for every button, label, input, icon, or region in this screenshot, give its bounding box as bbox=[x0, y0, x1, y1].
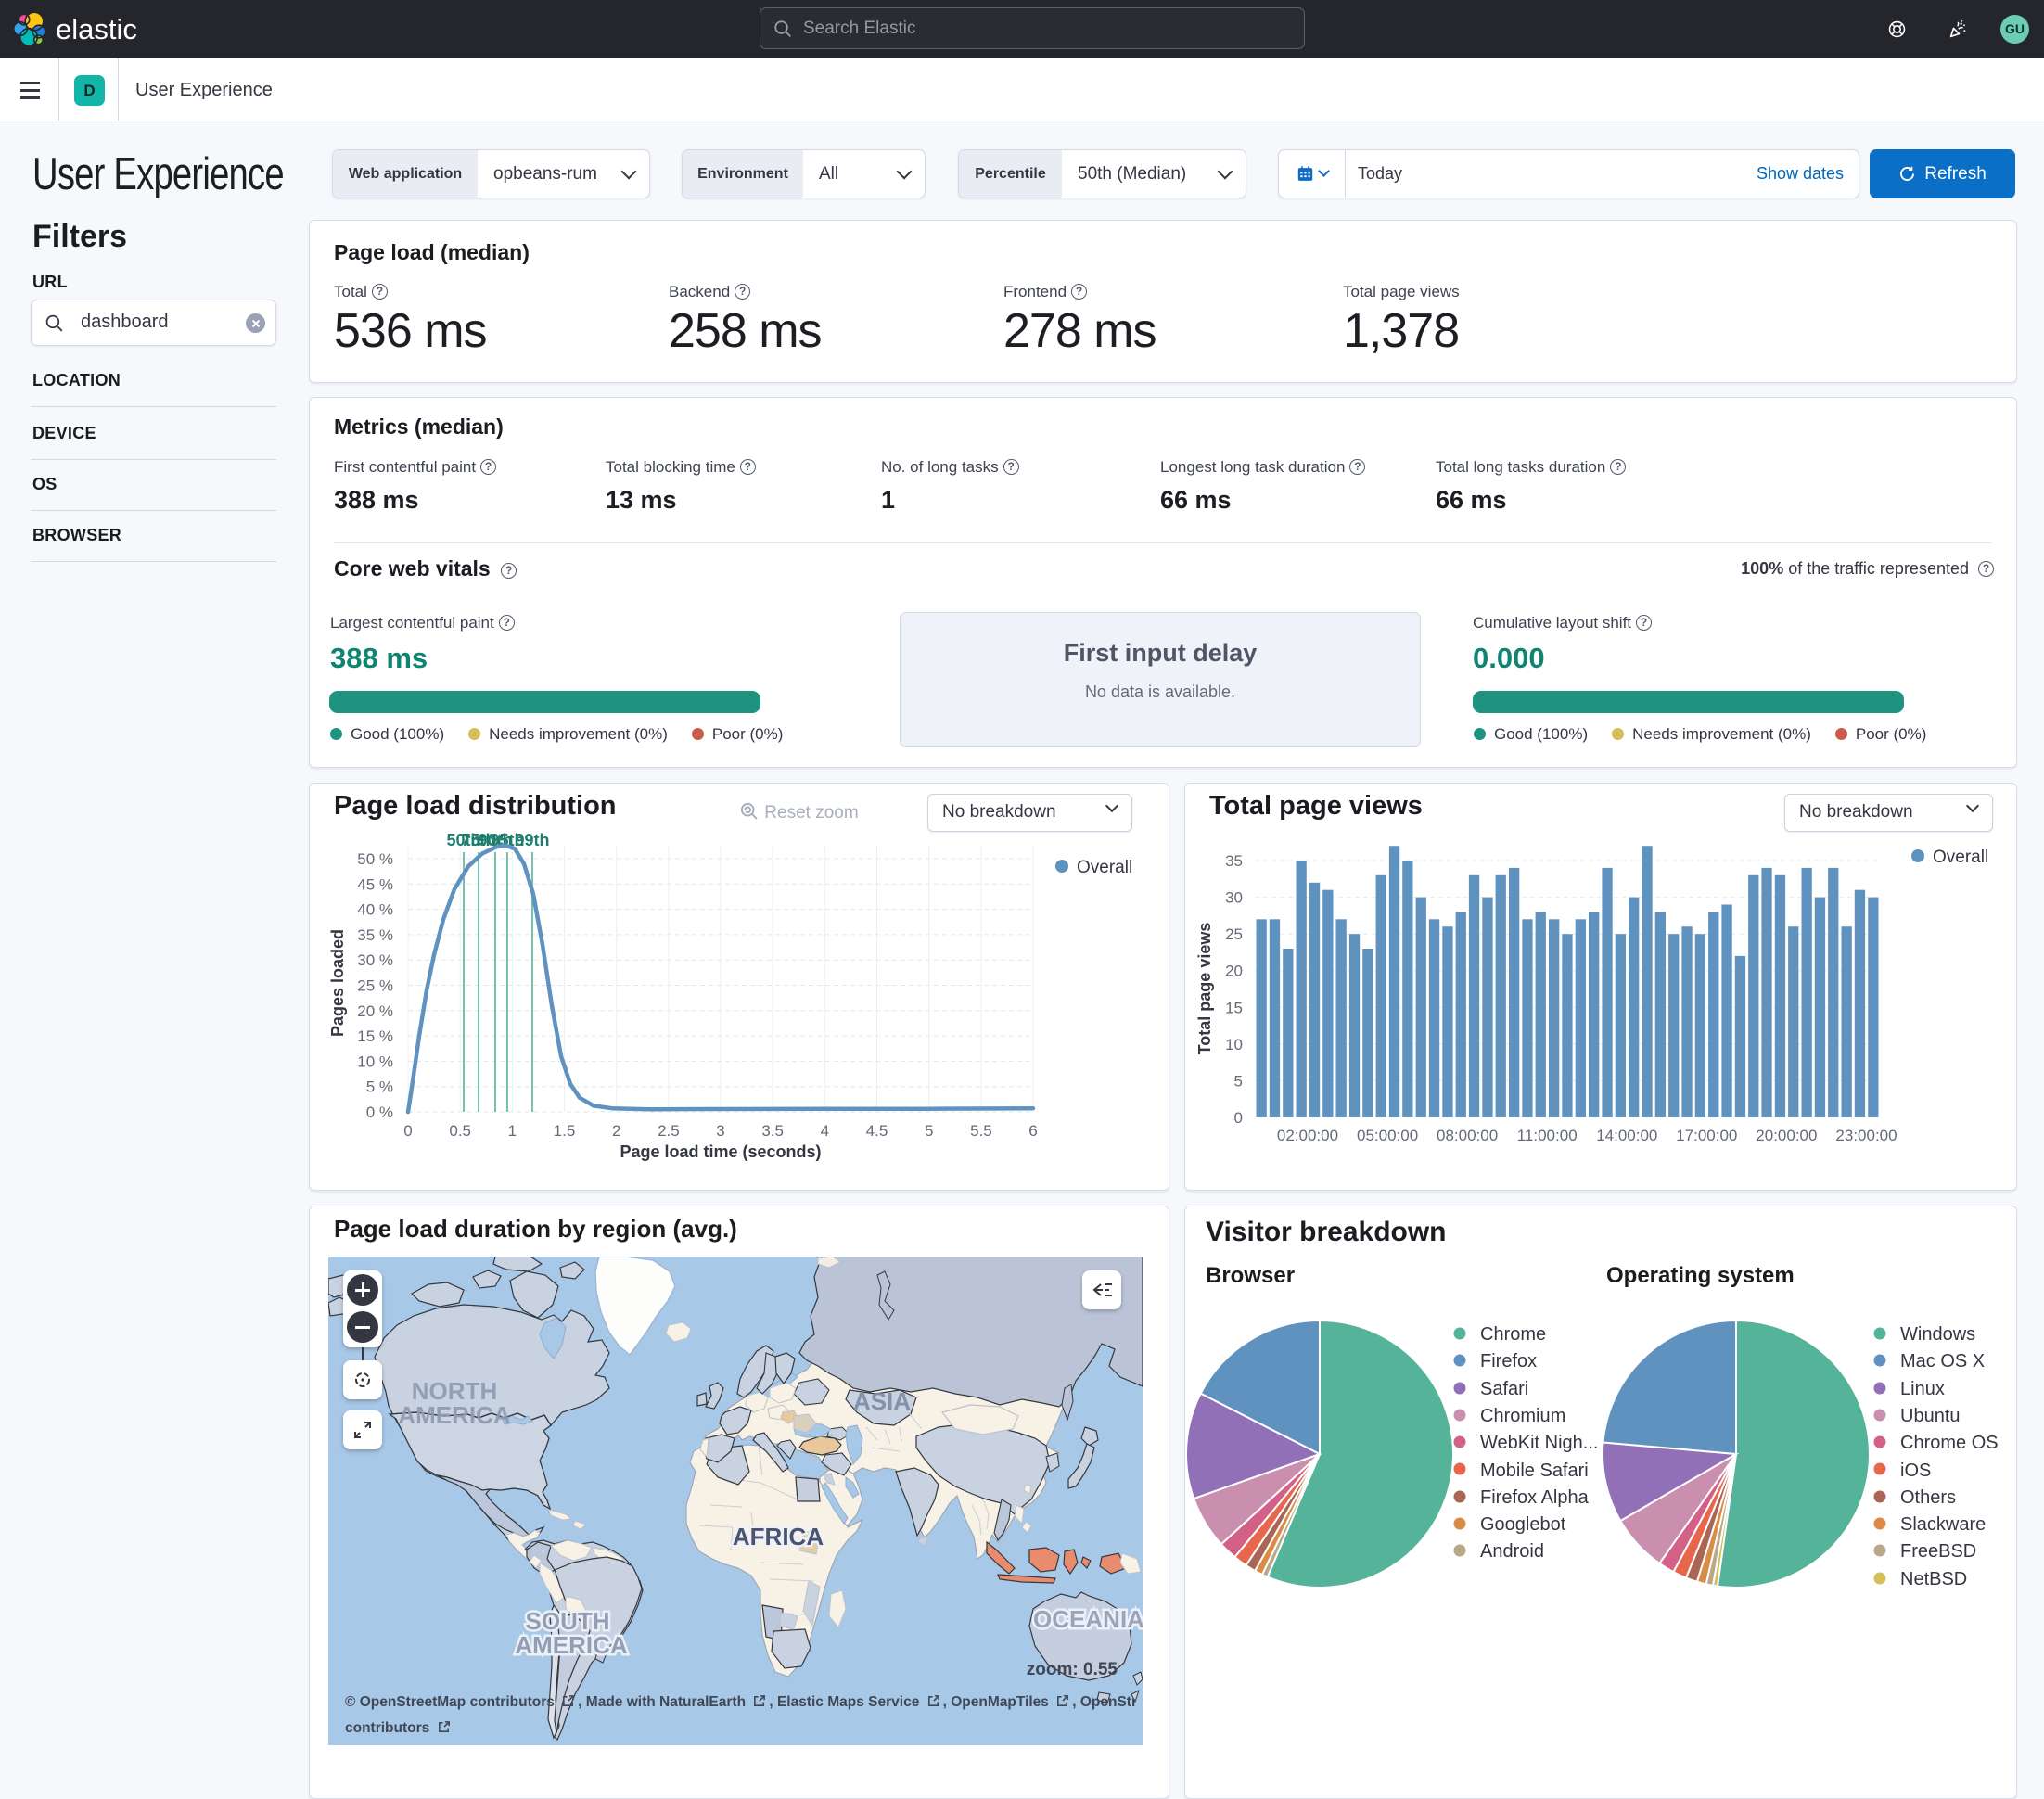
svg-text:17:00:00: 17:00:00 bbox=[1676, 1127, 1737, 1144]
svg-text:5: 5 bbox=[925, 1122, 933, 1140]
svg-text:WebKit Nigh...: WebKit Nigh... bbox=[1480, 1433, 1598, 1453]
svg-text:5: 5 bbox=[1234, 1072, 1243, 1090]
svg-text:Total page views: Total page views bbox=[1195, 923, 1214, 1055]
svg-text:5 %: 5 % bbox=[366, 1078, 393, 1096]
svg-text:99th: 99th bbox=[515, 831, 549, 849]
svg-text:AFRICA: AFRICA bbox=[733, 1523, 824, 1550]
svg-text:1.5: 1.5 bbox=[554, 1122, 576, 1140]
svg-text:Windows: Windows bbox=[1900, 1324, 1975, 1345]
svg-text:1: 1 bbox=[508, 1122, 517, 1140]
svg-text:15 %: 15 % bbox=[357, 1027, 393, 1045]
svg-text:Firefox: Firefox bbox=[1480, 1351, 1537, 1372]
svg-text:Overall: Overall bbox=[1077, 858, 1132, 877]
svg-text:6: 6 bbox=[1028, 1122, 1037, 1140]
svg-text:25: 25 bbox=[1225, 925, 1243, 943]
svg-text:35: 35 bbox=[1225, 852, 1243, 870]
svg-text:Chrome OS: Chrome OS bbox=[1900, 1433, 1999, 1453]
svg-text:Ubuntu: Ubuntu bbox=[1900, 1406, 1961, 1426]
svg-text:2: 2 bbox=[612, 1122, 620, 1140]
svg-text:AMERICA: AMERICA bbox=[398, 1401, 511, 1429]
svg-text:3.5: 3.5 bbox=[761, 1122, 784, 1140]
svg-text:45 %: 45 % bbox=[357, 875, 393, 893]
svg-text:zoom: 0.55: zoom: 0.55 bbox=[1027, 1660, 1118, 1679]
svg-text:0 %: 0 % bbox=[366, 1104, 393, 1121]
svg-text:0.5: 0.5 bbox=[449, 1122, 471, 1140]
svg-text:50 %: 50 % bbox=[357, 850, 393, 868]
svg-text:3: 3 bbox=[716, 1122, 724, 1140]
svg-text:35 %: 35 % bbox=[357, 926, 393, 944]
svg-text:Others: Others bbox=[1900, 1487, 1956, 1508]
svg-text:Chromium: Chromium bbox=[1480, 1406, 1565, 1426]
svg-text:Linux: Linux bbox=[1900, 1379, 1945, 1399]
svg-text:Firefox Alpha: Firefox Alpha bbox=[1480, 1487, 1590, 1508]
svg-text:NetBSD: NetBSD bbox=[1900, 1569, 1967, 1589]
svg-text:Mobile Safari: Mobile Safari bbox=[1480, 1461, 1589, 1481]
svg-text:Googlebot: Googlebot bbox=[1480, 1514, 1566, 1535]
svg-text:4: 4 bbox=[821, 1122, 829, 1140]
svg-text:10: 10 bbox=[1225, 1036, 1243, 1053]
svg-text:Slackware: Slackware bbox=[1900, 1514, 1986, 1535]
svg-text:20 %: 20 % bbox=[357, 1002, 393, 1020]
svg-text:OCEANIA: OCEANIA bbox=[1033, 1605, 1143, 1633]
svg-text:FreeBSD: FreeBSD bbox=[1900, 1541, 1976, 1562]
svg-text:Pages loaded: Pages loaded bbox=[328, 929, 347, 1037]
svg-text:15: 15 bbox=[1225, 999, 1243, 1016]
svg-text:02:00:00: 02:00:00 bbox=[1277, 1127, 1338, 1144]
svg-text:Overall: Overall bbox=[1933, 848, 1988, 867]
svg-text:14:00:00: 14:00:00 bbox=[1596, 1127, 1657, 1144]
svg-text:0: 0 bbox=[403, 1122, 412, 1140]
svg-text:10 %: 10 % bbox=[357, 1053, 393, 1070]
svg-text:Page load time (seconds): Page load time (seconds) bbox=[620, 1142, 821, 1161]
svg-text:Chrome: Chrome bbox=[1480, 1324, 1546, 1345]
svg-text:11:00:00: 11:00:00 bbox=[1517, 1127, 1578, 1144]
svg-text:20: 20 bbox=[1225, 963, 1243, 980]
svg-text:30 %: 30 % bbox=[357, 951, 393, 969]
svg-text:05:00:00: 05:00:00 bbox=[1357, 1127, 1418, 1144]
svg-text:23:00:00: 23:00:00 bbox=[1835, 1127, 1897, 1144]
svg-text:30: 30 bbox=[1225, 889, 1243, 907]
svg-text:4.5: 4.5 bbox=[866, 1122, 888, 1140]
svg-text:ASIA: ASIA bbox=[853, 1387, 911, 1415]
svg-text:25 %: 25 % bbox=[357, 977, 393, 995]
svg-text:2.5: 2.5 bbox=[658, 1122, 680, 1140]
svg-text:0: 0 bbox=[1234, 1109, 1243, 1127]
svg-text:Mac OS X: Mac OS X bbox=[1900, 1351, 1985, 1372]
svg-text:5.5: 5.5 bbox=[970, 1122, 992, 1140]
svg-text:iOS: iOS bbox=[1900, 1461, 1931, 1481]
svg-text:20:00:00: 20:00:00 bbox=[1756, 1127, 1817, 1144]
svg-text:Android: Android bbox=[1480, 1541, 1544, 1562]
svg-text:40 %: 40 % bbox=[357, 901, 393, 919]
svg-text:Safari: Safari bbox=[1480, 1379, 1528, 1399]
svg-text:AMERICA: AMERICA bbox=[515, 1631, 628, 1659]
svg-text:08:00:00: 08:00:00 bbox=[1437, 1127, 1498, 1144]
